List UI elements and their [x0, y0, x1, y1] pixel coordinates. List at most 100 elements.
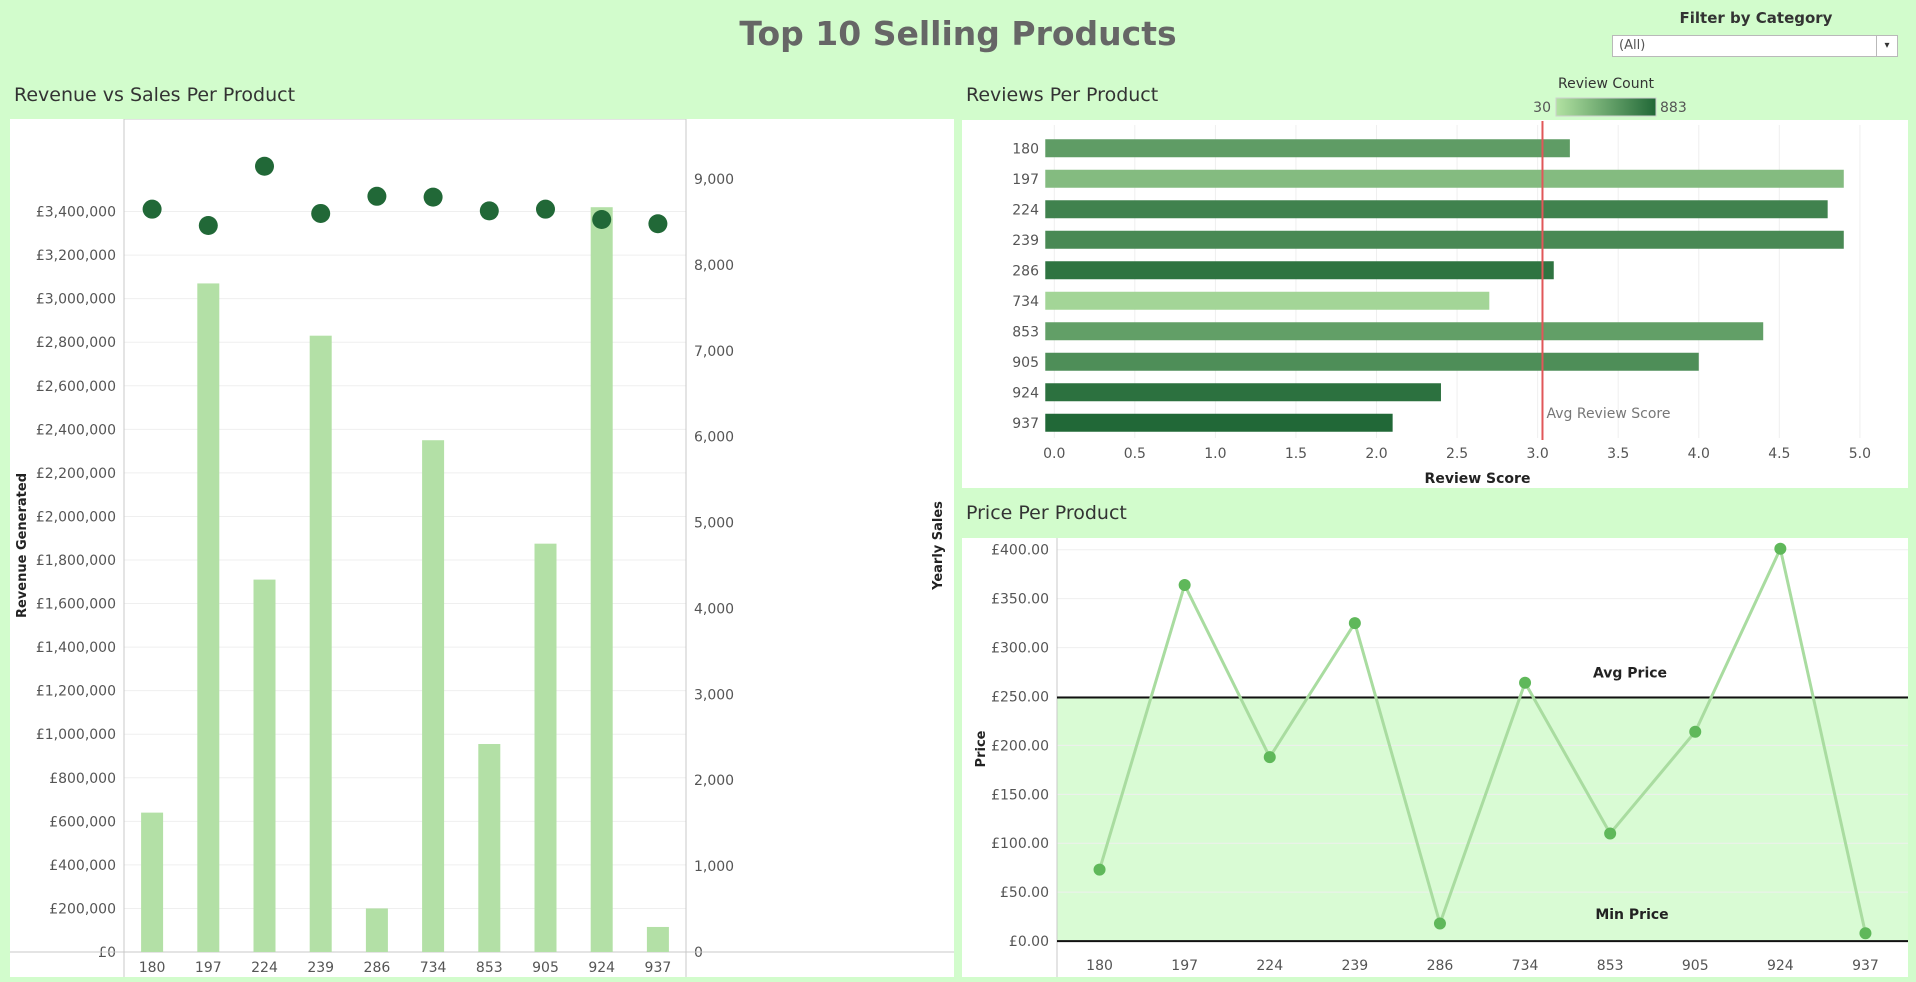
x-tick-label: 734: [1512, 958, 1539, 974]
chevron-down-icon[interactable]: ▾: [1876, 36, 1897, 56]
y2-tick-label: 9,000: [694, 172, 734, 188]
x-tick-label: 924: [1767, 958, 1794, 974]
avg-price-label: Avg Price: [1593, 665, 1667, 681]
y-axis-title: Revenue Generated: [15, 473, 30, 618]
y-tick-label: 734: [1012, 294, 1039, 310]
price-point: [1348, 617, 1361, 630]
revenue-bar: [197, 283, 220, 952]
y-tick-label: £350.00: [991, 592, 1049, 608]
x-tick-label: 853: [476, 960, 503, 976]
y-tick-label: £100.00: [991, 836, 1049, 852]
review-bar: [1045, 383, 1441, 402]
y-tick-label: 924: [1012, 385, 1039, 401]
y-tick-label: £200.00: [991, 738, 1049, 754]
revenue-bar: [253, 579, 276, 952]
x-tick-label: 180: [139, 960, 166, 976]
x-tick-label: 924: [588, 960, 615, 976]
x-tick-label: 937: [1852, 958, 1879, 974]
price-per-product-chart: £0.00 £50.00 £100.00 £150.00 £200.00 £250.00 £…: [962, 538, 1908, 977]
revenue-bar: [365, 908, 388, 952]
revenue-bar: [534, 543, 557, 952]
revenue-chart-title: Revenue vs Sales Per Product: [14, 84, 296, 106]
sales-dot: [198, 215, 218, 235]
review-bar: [1045, 139, 1570, 158]
y-tick-label: £600,000: [49, 814, 116, 830]
review-bar: [1045, 261, 1554, 280]
y-tick-label: £3,200,000: [36, 248, 116, 264]
y-tick-label: £2,200,000: [36, 466, 116, 482]
price-band: [1057, 697, 1908, 942]
x-tick-label: 180: [1086, 958, 1113, 974]
price-point: [1519, 676, 1532, 689]
review-bar: [1045, 230, 1844, 249]
y-tick-label: 853: [1012, 324, 1039, 340]
x-tick-label: 0.5: [1124, 446, 1146, 462]
y-tick-label: £400.00: [991, 543, 1049, 559]
price-point: [1774, 542, 1787, 555]
y-tick-label: £300.00: [991, 641, 1049, 657]
legend-title: Review Count: [1558, 76, 1654, 92]
revenue-bar: [590, 207, 613, 952]
reviews-per-product-chart: 0.0 0.5 1.0 1.5 2.0 2.5 3.0 3.5 4.0 4.5 5.0 180 197 2…: [962, 76, 1908, 488]
y-tick-label: £1,400,000: [36, 640, 116, 656]
sales-dot: [592, 209, 612, 229]
sales-dot: [423, 187, 443, 207]
x-tick-label: 4.5: [1768, 446, 1790, 462]
x-tick-label: 286: [364, 960, 391, 976]
x-tick-label: 1.0: [1204, 446, 1226, 462]
revenue-bar: [478, 744, 501, 952]
y-tick-label: £2,000,000: [36, 509, 116, 525]
x-tick-label: 224: [1256, 958, 1283, 974]
y2-tick-label: 7,000: [694, 344, 734, 360]
x-tick-label: 905: [532, 960, 559, 976]
y2-tick-label: 6,000: [694, 430, 734, 446]
y2-axis-title: Yearly Sales: [931, 501, 946, 591]
x-axis-title: Review Score: [1425, 471, 1531, 487]
filter-selected-value: (All): [1619, 38, 1646, 53]
sales-dot: [255, 156, 274, 176]
category-filter-dropdown[interactable]: (All) ▾: [1612, 35, 1898, 57]
y-tick-label: £150.00: [991, 787, 1049, 803]
y-tick-label: £0.00: [1009, 934, 1049, 950]
y-tick-label: £50.00: [1000, 885, 1049, 901]
price-point: [1433, 917, 1446, 930]
legend-color-bar: [1555, 97, 1657, 117]
price-point: [1178, 578, 1191, 591]
x-tick-label: 905: [1682, 958, 1709, 974]
review-bar: [1045, 322, 1764, 341]
sales-dot: [311, 203, 331, 223]
y-tick-label: £0: [98, 945, 116, 961]
review-bar: [1045, 413, 1393, 432]
x-tick-label: 734: [420, 960, 447, 976]
x-tick-label: 197: [1171, 958, 1198, 974]
price-point: [1093, 863, 1106, 876]
x-tick-label: 2.5: [1446, 446, 1468, 462]
y-tick-label: 905: [1012, 355, 1039, 371]
y-tick-label: £2,400,000: [36, 422, 116, 438]
y-tick-label: 286: [1012, 263, 1039, 279]
review-bar: [1045, 169, 1844, 188]
y-tick-label: £3,000,000: [36, 292, 116, 308]
x-tick-label: 937: [645, 960, 672, 976]
x-tick-label: 3.0: [1527, 446, 1549, 462]
y-tick-label: 197: [1012, 172, 1039, 188]
y-tick-label: £250.00: [991, 689, 1049, 705]
revenue-bar: [309, 335, 332, 952]
y-tick-label: £800,000: [49, 771, 116, 787]
price-point: [1263, 751, 1276, 764]
y-tick-label: £400,000: [49, 858, 116, 874]
y2-tick-label: 3,000: [694, 687, 734, 703]
price-point: [1859, 927, 1872, 940]
y2-tick-label: 8,000: [694, 258, 734, 274]
y-tick-label: £2,600,000: [36, 379, 116, 395]
y-tick-label: £2,800,000: [36, 335, 116, 351]
review-bar: [1045, 352, 1699, 371]
y2-tick-label: 1,000: [694, 859, 734, 875]
min-price-label: Min Price: [1595, 907, 1668, 923]
sales-dot: [367, 186, 387, 206]
review-bar: [1045, 291, 1490, 310]
y-tick-label: 224: [1012, 202, 1039, 218]
sales-dot: [479, 201, 499, 221]
x-tick-label: 239: [1341, 958, 1368, 974]
x-tick-label: 853: [1597, 958, 1624, 974]
